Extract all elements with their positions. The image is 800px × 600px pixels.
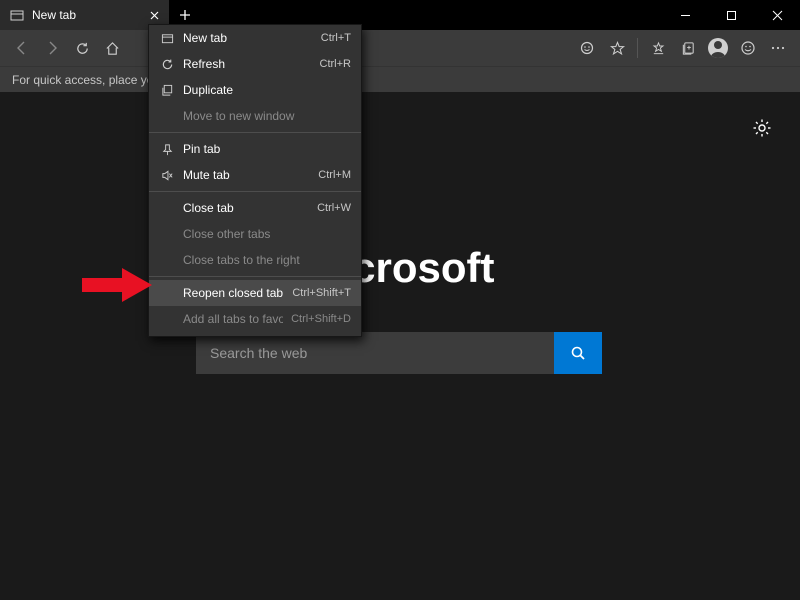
menu-item-label: Close other tabs [183, 227, 351, 241]
favorites-list-button[interactable] [644, 34, 672, 62]
menu-item-close-other-tabs: Close other tabs [149, 221, 361, 247]
refresh-button[interactable] [68, 34, 96, 62]
menu-separator [149, 276, 361, 277]
toolbar-divider [637, 38, 638, 58]
menu-item-shortcut: Ctrl+W [317, 202, 351, 214]
mute-icon [159, 169, 175, 182]
tab-title: New tab [32, 8, 76, 22]
menu-item-shortcut: Ctrl+M [318, 169, 351, 181]
tab-context-menu: New tab Ctrl+T Refresh Ctrl+R Duplicate Move … [148, 24, 362, 337]
browser-toolbar [0, 30, 800, 66]
menu-item-add-all-tabs-to-favorites: Add all tabs to favorites Ctrl+Shift+D [149, 306, 361, 332]
page-settings-gear-icon[interactable] [752, 118, 772, 138]
settings-more-button[interactable] [764, 34, 792, 62]
menu-item-close-tab[interactable]: Close tab Ctrl+W [149, 195, 361, 221]
search-box[interactable] [196, 332, 602, 374]
menu-item-close-tabs-to-the-right: Close tabs to the right [149, 247, 361, 273]
home-button[interactable] [98, 34, 126, 62]
favorites-bar: For quick access, place your fav [0, 66, 800, 92]
profile-button[interactable] [704, 34, 732, 62]
new-tab-page: Microsoft [0, 92, 800, 600]
menu-item-shortcut: Ctrl+Shift+T [292, 287, 351, 299]
feedback-smiley-button[interactable] [734, 34, 762, 62]
window-icon [159, 32, 175, 45]
menu-item-label: Pin tab [183, 142, 351, 156]
menu-separator [149, 132, 361, 133]
menu-item-shortcut: Ctrl+R [320, 58, 351, 70]
window-controls [662, 0, 800, 30]
menu-item-reopen-closed-tab[interactable]: Reopen closed tab Ctrl+Shift+T [149, 280, 361, 306]
window-close-button[interactable] [754, 0, 800, 30]
duplicate-icon [159, 84, 175, 97]
menu-item-label: Move to new window [183, 109, 351, 123]
refresh-icon [159, 58, 175, 71]
avatar-icon [708, 38, 728, 58]
menu-item-label: Mute tab [183, 168, 310, 182]
menu-item-label: Close tabs to the right [183, 253, 351, 267]
menu-item-duplicate[interactable]: Duplicate [149, 77, 361, 103]
forward-button[interactable] [38, 34, 66, 62]
tab-page-icon [10, 8, 24, 22]
favorite-star-button[interactable] [603, 34, 631, 62]
menu-item-move-to-new-window: Move to new window [149, 103, 361, 129]
browser-tab[interactable]: New tab [0, 0, 170, 30]
menu-item-label: Duplicate [183, 83, 351, 97]
shopping-icon[interactable] [573, 34, 601, 62]
tab-close-button[interactable] [150, 11, 159, 20]
menu-item-label: Reopen closed tab [183, 286, 284, 300]
menu-item-shortcut: Ctrl+Shift+D [291, 313, 351, 325]
search-submit-button[interactable] [554, 332, 602, 374]
menu-item-pin-tab[interactable]: Pin tab [149, 136, 361, 162]
menu-separator [149, 191, 361, 192]
window-titlebar: New tab [0, 0, 800, 30]
menu-item-new-tab[interactable]: New tab Ctrl+T [149, 25, 361, 51]
menu-item-label: Refresh [183, 57, 312, 71]
pin-icon [159, 143, 175, 156]
collections-button[interactable] [674, 34, 702, 62]
back-button[interactable] [8, 34, 36, 62]
window-minimize-button[interactable] [662, 0, 708, 30]
menu-item-mute-tab[interactable]: Mute tab Ctrl+M [149, 162, 361, 188]
menu-item-label: Add all tabs to favorites [183, 312, 283, 326]
menu-item-refresh[interactable]: Refresh Ctrl+R [149, 51, 361, 77]
menu-item-shortcut: Ctrl+T [321, 32, 351, 44]
menu-item-label: New tab [183, 31, 313, 45]
search-input[interactable] [196, 332, 554, 374]
window-maximize-button[interactable] [708, 0, 754, 30]
menu-item-label: Close tab [183, 201, 309, 215]
